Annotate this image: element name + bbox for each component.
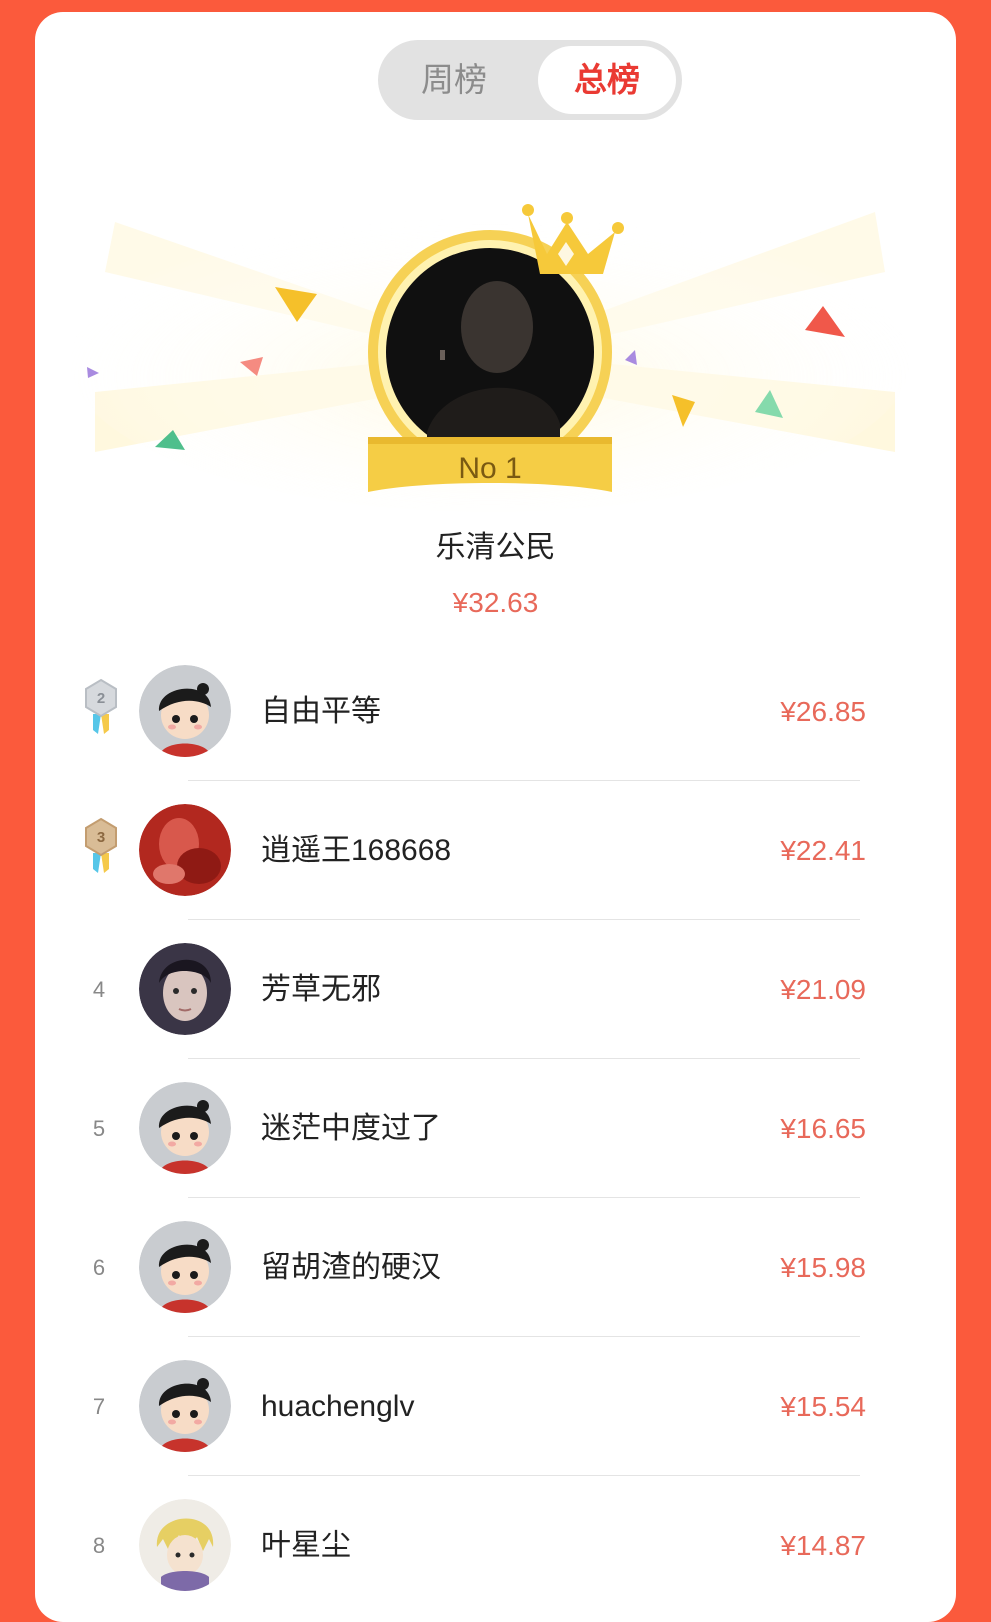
user-name: 留胡渣的硬汉 [261,1251,441,1284]
ranking-row[interactable]: 5 迷茫中度过了 ¥16.65 [35,1059,956,1198]
rank-number: 7 [92,1394,106,1419]
default-avatar[interactable] [139,1360,231,1452]
svg-text:2: 2 [97,690,105,707]
bronze-medal-icon: 3 [85,817,117,873]
default-avatar[interactable] [139,1082,231,1174]
svg-text:3: 3 [97,829,105,846]
ranking-period-toggle: 周榜 总榜 [378,40,682,120]
user-name: 叶星尘 [261,1529,351,1562]
user-amount: ¥21.09 [780,974,866,1005]
default-avatar[interactable] [139,1221,231,1313]
rank-number: 4 [92,977,106,1002]
ranking-row[interactable]: 4 芳草无邪 ¥21.09 [35,920,956,1059]
rank-number: 6 [92,1255,106,1280]
ranking-row[interactable]: 3 逍遥王168668 ¥22.41 [35,781,956,920]
leaderboard-card: 周榜 总榜 No 1 乐清公民 ¥32.63 2 自由平等 ¥26.85 3 逍… [35,12,956,1622]
rank-number: 5 [92,1116,106,1141]
tab-total[interactable]: 总榜 [538,46,676,114]
user-name: huachenglv [261,1390,415,1423]
top-user-name: 乐清公民 [435,531,556,564]
user-amount: ¥22.41 [780,835,866,866]
silver-medal-icon: 2 [85,678,117,734]
ranking-row[interactable]: 7 huachenglv ¥15.54 [35,1337,956,1476]
ranking-row[interactable]: 2 自由平等 ¥26.85 [35,642,956,781]
user-amount: ¥15.54 [780,1391,866,1422]
no1-badge-text: No 1 [458,452,521,485]
tab-weekly[interactable]: 周榜 [384,46,524,114]
top-user-amount: ¥32.63 [452,587,539,618]
user-name: 逍遥王168668 [261,834,452,867]
user-amount: ¥16.65 [780,1113,866,1144]
user-name: 芳草无邪 [261,973,381,1006]
user-name: 迷茫中度过了 [261,1112,441,1145]
user-name: 自由平等 [261,695,381,728]
ranking-row[interactable]: 6 留胡渣的硬汉 ¥15.98 [35,1198,956,1337]
rank-number: 8 [92,1533,106,1558]
default-avatar[interactable] [139,665,231,757]
woman-photo-avatar[interactable] [139,943,231,1035]
user-amount: ¥14.87 [780,1530,866,1561]
red-photo-avatar[interactable] [139,804,231,896]
top-rank-hero: No 1 [70,204,910,512]
user-amount: ¥15.98 [780,1252,866,1283]
ranking-list: 2 自由平等 ¥26.85 3 逍遥王168668 ¥22.41 4 芳草无邪 ¥21.09 5 迷… [35,642,956,1615]
anime-avatar[interactable] [139,1499,231,1591]
ranking-row[interactable]: 8 叶星尘 ¥14.87 [35,1476,956,1615]
user-amount: ¥26.85 [780,696,866,727]
